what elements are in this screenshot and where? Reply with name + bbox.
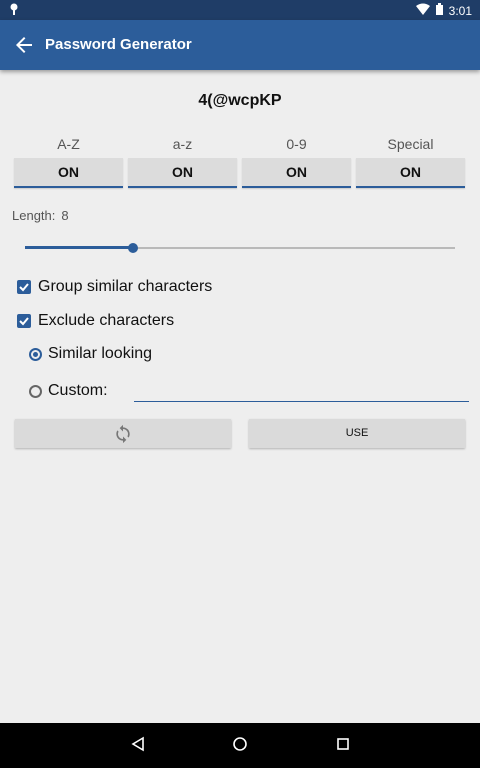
custom-radio[interactable]: Custom:	[29, 382, 108, 400]
nav-recents-icon[interactable]	[335, 736, 351, 757]
radio-unselected-icon	[29, 384, 42, 398]
char-set-label: A-Z	[57, 136, 80, 152]
checkbox-checked-icon	[17, 314, 31, 328]
similar-looking-label: Similar looking	[48, 345, 153, 362]
char-set-label: Special	[387, 136, 434, 152]
notification-icon	[9, 3, 19, 18]
custom-label: Custom:	[48, 382, 108, 399]
exclude-characters-checkbox[interactable]: Exclude characters	[17, 312, 174, 330]
regenerate-button[interactable]	[15, 419, 231, 448]
char-set-uppercase: A-Z ON	[14, 136, 123, 188]
nav-home-icon[interactable]	[232, 736, 248, 757]
refresh-icon	[116, 424, 130, 444]
custom-characters-input[interactable]	[134, 381, 469, 402]
special-toggle[interactable]: ON	[356, 158, 465, 188]
exclude-characters-label: Exclude characters	[38, 312, 175, 329]
generated-password: 4(@wcpKP	[198, 92, 282, 109]
char-set-lowercase: a-z ON	[128, 136, 237, 188]
wifi-icon	[415, 3, 430, 18]
char-set-label: 0-9	[286, 136, 307, 152]
length-slider[interactable]	[25, 238, 455, 258]
length-readout: Length: 8	[12, 208, 69, 223]
uppercase-toggle[interactable]: ON	[14, 158, 123, 188]
char-set-special: Special ON	[356, 136, 465, 188]
status-bar: 3:01	[0, 0, 480, 20]
app-bar: Password Generator	[0, 20, 480, 70]
group-similar-checkbox[interactable]: Group similar characters	[17, 278, 212, 296]
length-value: 8	[61, 208, 69, 223]
system-nav-bar	[0, 723, 480, 768]
use-button[interactable]: USE	[249, 419, 465, 448]
char-set-label: a-z	[172, 136, 193, 152]
checkbox-checked-icon	[17, 280, 31, 294]
nav-back-icon[interactable]	[130, 736, 146, 757]
back-arrow-icon[interactable]	[12, 33, 36, 57]
char-set-digits: 0-9 ON	[242, 136, 351, 188]
slider-fill	[25, 246, 133, 249]
lowercase-toggle[interactable]: ON	[128, 158, 237, 188]
length-label: Length:	[12, 208, 56, 223]
status-time: 3:01	[448, 3, 472, 18]
page-title: Password Generator	[45, 36, 192, 53]
slider-thumb[interactable]	[128, 243, 138, 253]
battery-icon	[435, 3, 443, 18]
group-similar-label: Group similar characters	[38, 278, 213, 295]
radio-selected-icon	[29, 347, 42, 361]
digits-toggle[interactable]: ON	[242, 158, 351, 188]
char-set-options: A-Z ON a-z ON 0-9 ON Special ON	[14, 136, 466, 188]
similar-looking-radio[interactable]: Similar looking	[29, 345, 152, 363]
